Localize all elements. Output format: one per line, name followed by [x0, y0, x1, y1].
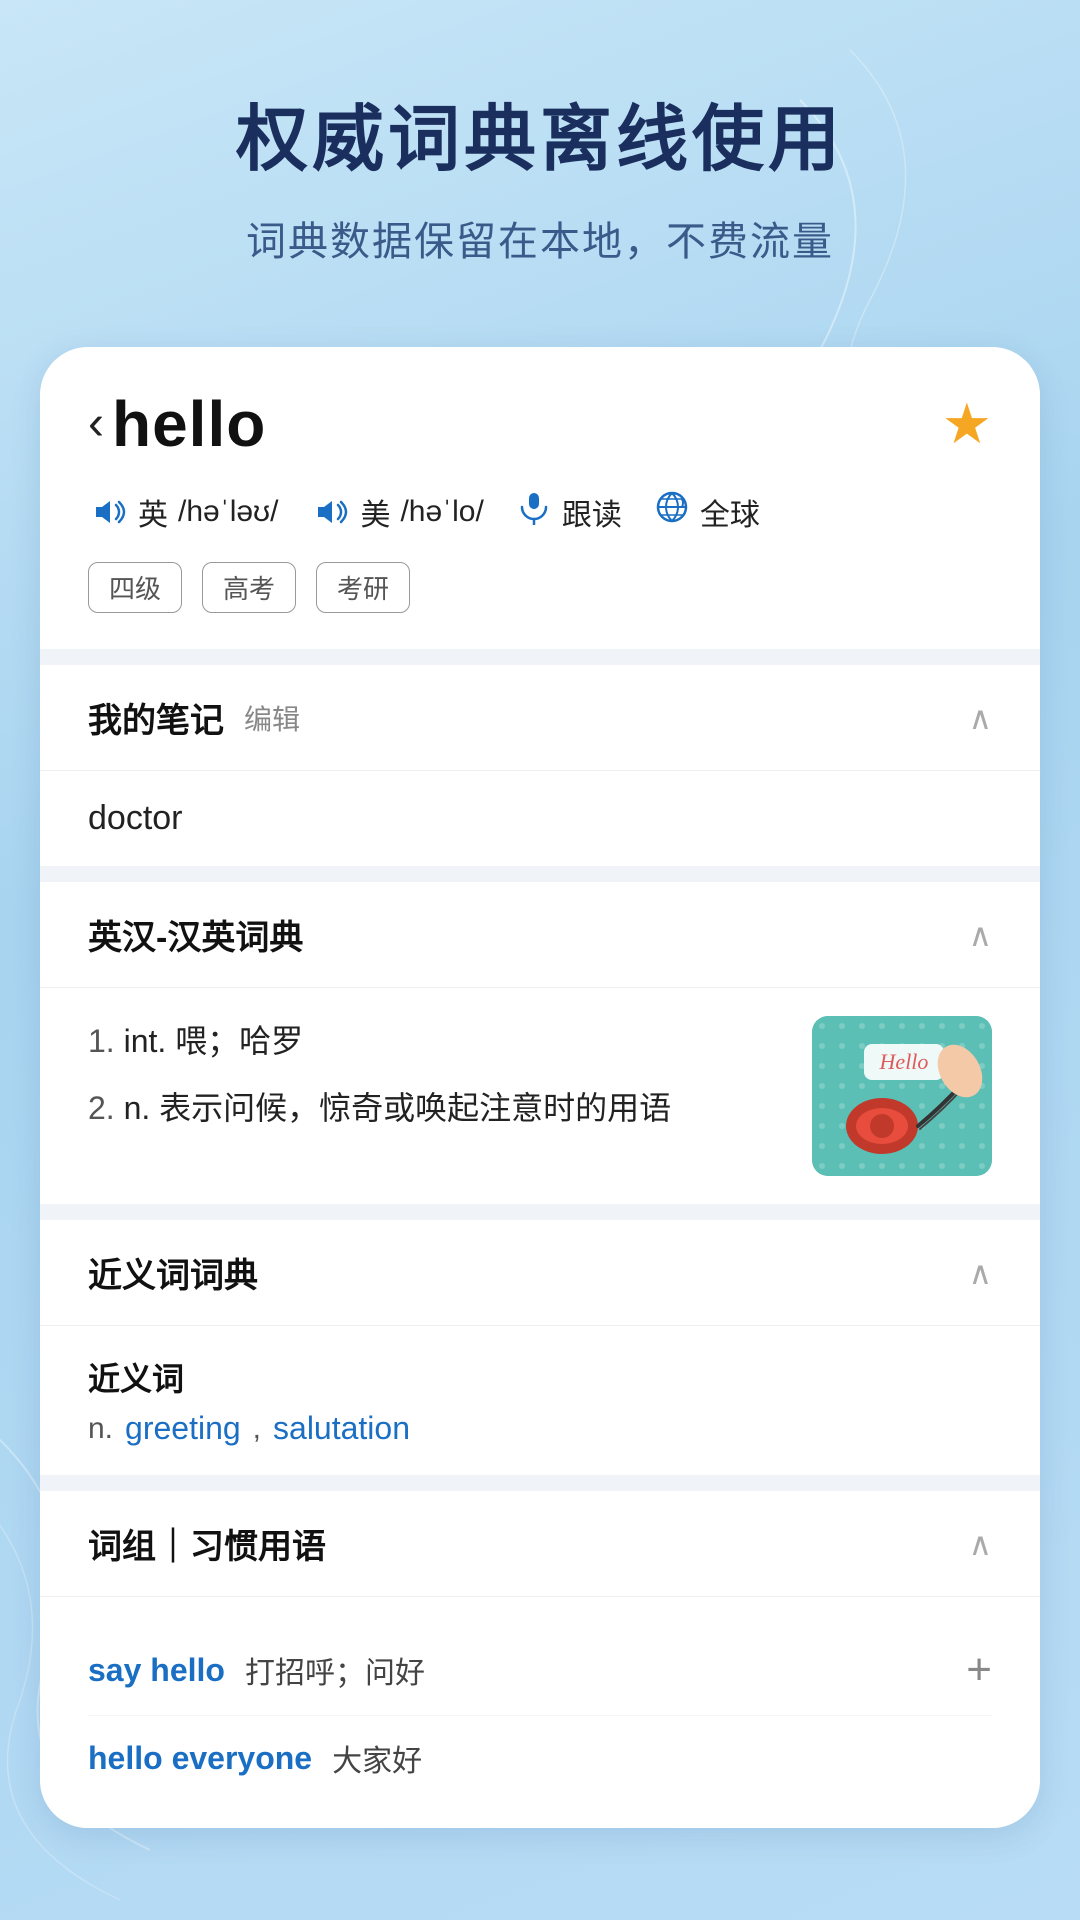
global-icon: [654, 489, 690, 534]
dict-def-1: 1. int. 喂；哈罗: [88, 1016, 788, 1067]
synonym-title: 近义词词典: [88, 1248, 258, 1297]
def-meaning-2: 表示问候，惊奇或唤起注意时的用语: [159, 1090, 671, 1126]
dict-section-header: 英汉-汉英词典 ∧: [40, 882, 1040, 988]
phrase-add-1-icon[interactable]: +: [966, 1645, 992, 1695]
tag-kaoyan: 考研: [316, 562, 410, 613]
synonym-row: n. greeting , salutation: [88, 1410, 992, 1447]
follow-label: 跟读: [562, 490, 622, 534]
notes-content: doctor: [88, 799, 183, 837]
uk-label: 英: [138, 490, 168, 534]
synonym-body: 近义词 n. greeting , salutation: [40, 1326, 1040, 1475]
microphone-icon: [516, 489, 552, 534]
dictionary-card: ‹ hello ★ 英 /həˈləʊ/: [40, 347, 1040, 1828]
dict-chevron-icon[interactable]: ∧: [969, 916, 992, 954]
pronunciation-row: 英 /həˈləʊ/ 美 /həˈlo/: [88, 489, 992, 534]
synonym-pos: n.: [88, 1412, 113, 1446]
synonym-section-header: 近义词词典 ∧: [40, 1220, 1040, 1326]
def-meaning-1: 喂；哈罗: [175, 1023, 303, 1059]
phrases-title: 词组｜习惯用语: [88, 1519, 326, 1568]
dict-entry: 1. int. 喂；哈罗 2. n. 表示问候，惊奇或唤起注意时的用语: [88, 1016, 992, 1176]
dict-body: 1. int. 喂；哈罗 2. n. 表示问候，惊奇或唤起注意时的用语: [40, 988, 1040, 1204]
phrase-zh-1: 打招呼；问好: [245, 1648, 425, 1692]
def-num-2: 2.: [88, 1090, 115, 1126]
word-back[interactable]: ‹ hello: [88, 387, 266, 461]
phrases-section: 词组｜习惯用语 ∧ say hello 打招呼；问好 + hello every…: [40, 1491, 1040, 1828]
tag-gaokao: 高考: [202, 562, 296, 613]
phrase-item-2: hello everyone 大家好: [88, 1716, 992, 1800]
exam-tags: 四级 高考 考研: [88, 562, 992, 613]
american-pron[interactable]: 美 /həˈlo/: [310, 490, 483, 534]
svg-text:Hello: Hello: [879, 1049, 929, 1074]
notes-title: 我的笔记: [88, 693, 224, 742]
notes-section-header: 我的笔记 编辑 ∧: [40, 665, 1040, 771]
tag-cet4: 四级: [88, 562, 182, 613]
us-label: 美: [360, 490, 390, 534]
def-pos-1: int.: [124, 1023, 176, 1059]
global-label: 全球: [700, 490, 760, 534]
phrase-item-1: say hello 打招呼；问好 +: [88, 1625, 992, 1716]
phrases-section-header: 词组｜习惯用语 ∧: [40, 1491, 1040, 1597]
dict-def-2: 2. n. 表示问候，惊奇或唤起注意时的用语: [88, 1083, 788, 1134]
main-title: 权威词典离线使用: [60, 80, 1020, 185]
global-pronunciation[interactable]: 全球: [654, 489, 760, 534]
phrase-en-2[interactable]: hello everyone: [88, 1740, 312, 1777]
dict-definitions: 1. int. 喂；哈罗 2. n. 表示问候，惊奇或唤起注意时的用语: [88, 1016, 788, 1176]
phrases-body: say hello 打招呼；问好 + hello everyone 大家好: [40, 1597, 1040, 1828]
synonym-section: 近义词词典 ∧ 近义词 n. greeting , salutation: [40, 1220, 1040, 1475]
notes-edit-button[interactable]: 编辑: [244, 698, 300, 738]
synonym-word-1[interactable]: greeting: [125, 1410, 241, 1447]
notes-body: doctor: [40, 771, 1040, 866]
back-arrow[interactable]: ‹: [88, 400, 104, 448]
uk-phonetic: /həˈləʊ/: [178, 495, 278, 529]
phrase-zh-2: 大家好: [332, 1736, 422, 1780]
synonym-word-2[interactable]: salutation: [273, 1410, 410, 1447]
phrase-en-1[interactable]: say hello: [88, 1652, 225, 1689]
dict-section: 英汉-汉英词典 ∧ 1. int. 喂；哈罗 2. n. 表示问候，惊奇或唤起注…: [40, 882, 1040, 1204]
speaker-uk-icon[interactable]: [88, 492, 128, 532]
def-pos-2: n.: [124, 1090, 160, 1126]
dict-title: 英汉-汉英词典: [88, 910, 303, 959]
synonym-category-label: 近义词: [88, 1354, 992, 1400]
british-pron[interactable]: 英 /həˈləʊ/: [88, 490, 278, 534]
def-num-1: 1.: [88, 1023, 115, 1059]
notes-chevron-icon[interactable]: ∧: [969, 699, 992, 737]
phrases-chevron-icon[interactable]: ∧: [969, 1525, 992, 1563]
follow-read[interactable]: 跟读: [516, 489, 622, 534]
synonym-chevron-icon[interactable]: ∧: [969, 1254, 992, 1292]
phrase-left-1: say hello 打招呼；问好: [88, 1648, 425, 1692]
hello-image: Hello: [812, 1016, 992, 1176]
notes-section: 我的笔记 编辑 ∧ doctor: [40, 665, 1040, 866]
phrase-left-2: hello everyone 大家好: [88, 1736, 422, 1780]
word-display: hello: [112, 387, 266, 461]
sub-title: 词典数据保留在本地，不费流量: [60, 209, 1020, 267]
us-phonetic: /həˈlo/: [400, 495, 483, 529]
favorite-star-icon[interactable]: ★: [942, 391, 992, 457]
word-header: ‹ hello ★ 英 /həˈləʊ/: [40, 347, 1040, 649]
speaker-us-icon[interactable]: [310, 492, 350, 532]
